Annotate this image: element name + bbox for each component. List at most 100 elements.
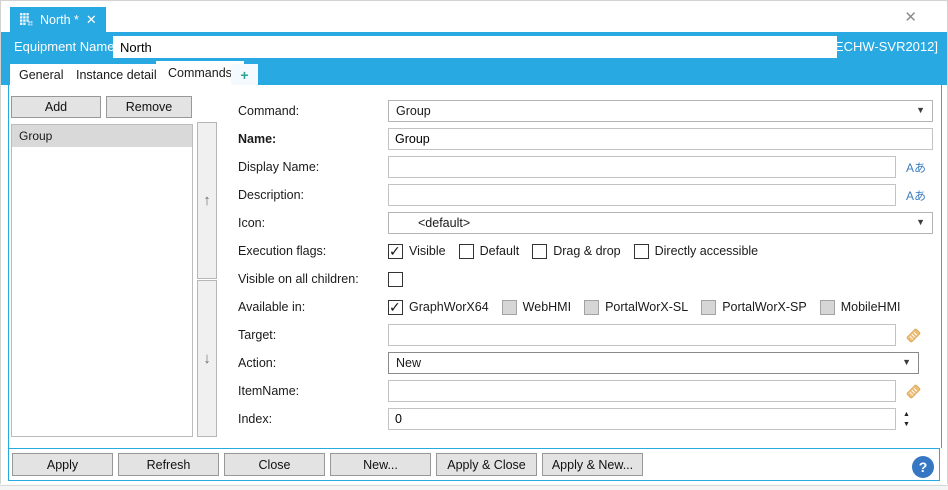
apply-button[interactable]: Apply (12, 453, 113, 476)
spin-down-icon[interactable]: ▼ (903, 421, 910, 428)
chevron-down-icon: ▼ (902, 357, 911, 367)
tag-icon[interactable] (905, 327, 922, 344)
row-command: Command: Group ▼ (238, 97, 938, 125)
screen: North * ✕ ✕ Equipment Name: [TECHW-SVR20… (0, 0, 948, 490)
document-tab-row: North * ✕ ✕ (1, 1, 947, 32)
graphworx64-checkbox[interactable] (388, 300, 403, 315)
list-item-group[interactable]: Group (12, 125, 192, 147)
item-name-input[interactable] (388, 380, 896, 402)
visible-on-all-children-label: Visible on all children: (238, 272, 388, 286)
description-input[interactable] (388, 184, 896, 206)
add-tab-button[interactable]: + (231, 64, 258, 85)
webhmi-checkbox (502, 300, 517, 315)
content-border-right (941, 85, 942, 448)
window-close-icon[interactable]: ✕ (904, 10, 917, 25)
row-target: Target: (238, 321, 938, 349)
display-name-label: Display Name: (238, 160, 388, 174)
description-label: Description: (238, 188, 388, 202)
avail-portalworx-sp: PortalWorX-SP (701, 300, 807, 315)
row-visible-on-all-children: Visible on all children: (238, 265, 938, 293)
row-description: Description: Aあ (238, 181, 938, 209)
command-dropdown-value: Group (389, 104, 431, 118)
action-dropdown-value: New (389, 356, 421, 370)
mobilehmi-checkbox (820, 300, 835, 315)
row-index: Index: ▲ ▼ (238, 405, 938, 433)
action-label: Action: (238, 356, 388, 370)
reorder-strip: ↑ ↓ (197, 122, 219, 439)
visible-checkbox[interactable] (388, 244, 403, 259)
avail-portalworx-sl: PortalWorX-SL (584, 300, 688, 315)
footer-bar: Apply Refresh Close New... Apply & Close… (8, 448, 940, 481)
equipment-name-bar: Equipment Name: [TECHW-SVR2012] (1, 32, 947, 61)
index-input[interactable] (388, 408, 896, 430)
chevron-down-icon: ▼ (916, 105, 925, 115)
portalworx-sl-checkbox-label: PortalWorX-SL (605, 300, 688, 314)
row-icon: Icon: <default> ▼ (238, 209, 938, 237)
default-checkbox-label: Default (480, 244, 520, 258)
row-item-name: ItemName: (238, 377, 938, 405)
drag-drop-checkbox-label: Drag & drop (553, 244, 620, 258)
portalworx-sp-checkbox-label: PortalWorX-SP (722, 300, 807, 314)
available-in-label: Available in: (238, 300, 388, 314)
equipment-name-input[interactable] (113, 36, 837, 58)
index-label: Index: (238, 412, 388, 426)
add-button[interactable]: Add (11, 96, 101, 118)
document-tab-north[interactable]: North * ✕ (10, 7, 106, 32)
row-name: Name: (238, 125, 938, 153)
content-border-left (8, 85, 9, 448)
row-execution-flags: Execution flags: Visible Default Drag & … (238, 237, 938, 265)
chevron-down-icon: ▼ (916, 217, 925, 227)
spin-up-icon[interactable]: ▲ (903, 411, 910, 418)
name-input[interactable] (388, 128, 933, 150)
close-button[interactable]: Close (224, 453, 325, 476)
icon-label: Icon: (238, 216, 388, 230)
window-shadow (0, 486, 948, 490)
remove-button[interactable]: Remove (106, 96, 192, 118)
localize-icon[interactable]: Aあ (906, 159, 926, 176)
webhmi-checkbox-label: WebHMI (523, 300, 571, 314)
drag-drop-checkbox[interactable] (532, 244, 547, 259)
row-available-in: Available in: GraphWorX64 WebHMI PortalW… (238, 293, 938, 321)
tab-close-icon[interactable]: ✕ (86, 13, 97, 26)
command-form: Command: Group ▼ Name: Display Name: Aあ … (238, 97, 938, 433)
tag-icon[interactable] (905, 383, 922, 400)
command-dropdown[interactable]: Group ▼ (388, 100, 933, 122)
localize-icon[interactable]: Aあ (906, 187, 926, 204)
icon-dropdown[interactable]: <default> ▼ (388, 212, 933, 234)
target-label: Target: (238, 328, 388, 342)
graphworx64-checkbox-label: GraphWorX64 (409, 300, 489, 314)
commands-listbox[interactable]: Group (11, 124, 193, 437)
avail-webhmi: WebHMI (502, 300, 571, 315)
flag-visible: Visible (388, 244, 446, 259)
up-arrow-icon: ↑ (203, 192, 211, 209)
directly-accessible-checkbox[interactable] (634, 244, 649, 259)
apply-close-button[interactable]: Apply & Close (436, 453, 537, 476)
move-down-button[interactable]: ↓ (197, 280, 217, 437)
default-checkbox[interactable] (459, 244, 474, 259)
down-arrow-icon: ↓ (203, 350, 211, 367)
equipment-name-label: Equipment Name: (14, 39, 118, 54)
execution-flags-label: Execution flags: (238, 244, 388, 258)
directly-accessible-checkbox-label: Directly accessible (655, 244, 759, 258)
icon-dropdown-value: <default> (389, 216, 470, 230)
target-input[interactable] (388, 324, 896, 346)
tab-general[interactable]: General (10, 64, 72, 85)
row-display-name: Display Name: Aあ (238, 153, 938, 181)
question-mark-icon: ? (919, 459, 928, 475)
new-button[interactable]: New... (330, 453, 431, 476)
refresh-button[interactable]: Refresh (118, 453, 219, 476)
document-tab-title: North * (40, 13, 79, 27)
flag-directly-accessible: Directly accessible (634, 244, 759, 259)
visible-on-all-children-checkbox[interactable] (388, 272, 403, 287)
row-action: Action: New ▼ (238, 349, 938, 377)
flag-drag-drop: Drag & drop (532, 244, 620, 259)
apply-new-button[interactable]: Apply & New... (542, 453, 643, 476)
display-name-input[interactable] (388, 156, 896, 178)
server-name-badge: [TECHW-SVR2012] (823, 39, 938, 54)
command-label: Command: (238, 104, 388, 118)
action-dropdown[interactable]: New ▼ (388, 352, 919, 374)
equipment-editor-window: North * ✕ ✕ Equipment Name: [TECHW-SVR20… (0, 0, 948, 484)
move-up-button[interactable]: ↑ (197, 122, 217, 279)
equipment-icon (19, 12, 33, 27)
help-button[interactable]: ? (912, 456, 934, 478)
